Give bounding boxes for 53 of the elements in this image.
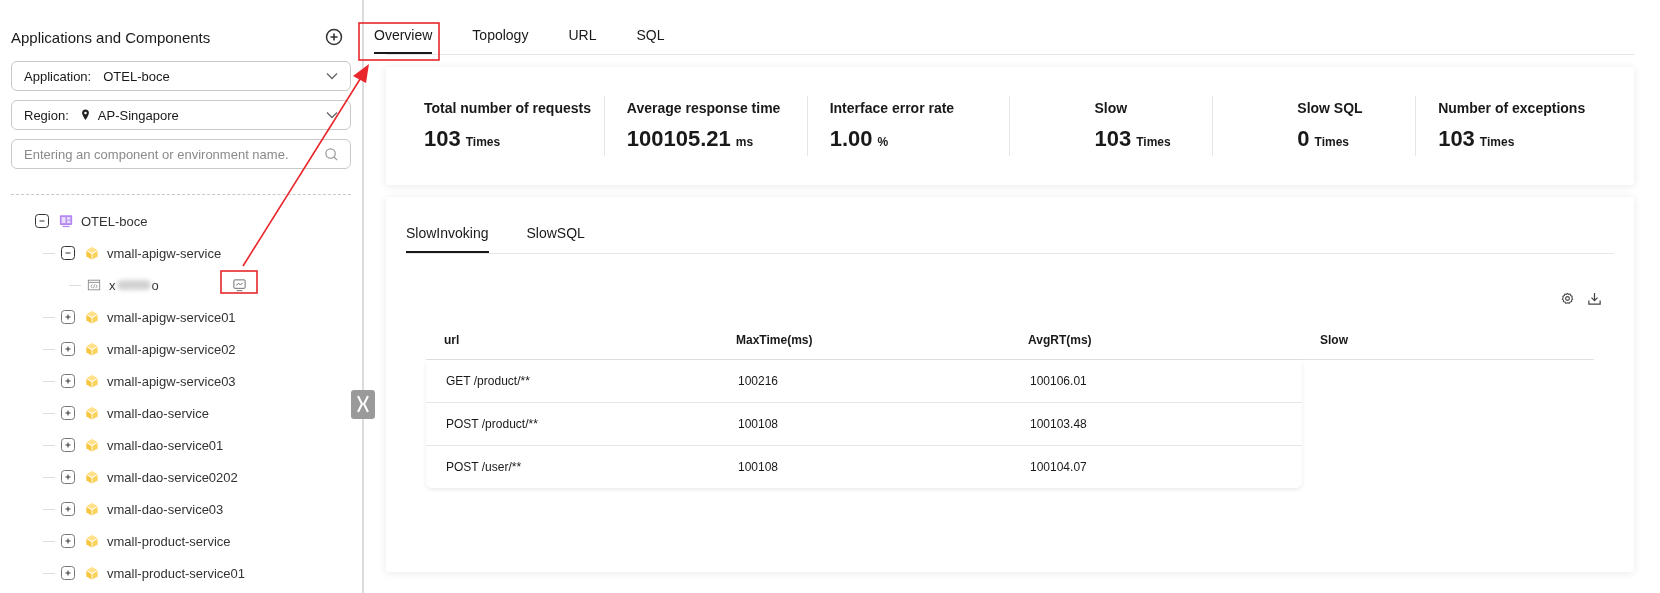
tree-item[interactable]: vmall-apigw-service xyxy=(107,245,222,261)
region-select[interactable]: Region: AP-Singapore xyxy=(11,100,351,130)
tree-item[interactable]: vmall-product-service xyxy=(107,533,231,549)
metric-unit: Times xyxy=(465,135,501,149)
tab[interactable]: URL xyxy=(568,27,597,54)
metric-unit: ms xyxy=(735,135,754,149)
table-cell-text: 100103.48 xyxy=(1029,417,1088,431)
metric-value: 103 xyxy=(1094,126,1132,152)
column-header: AvgRT(ms) xyxy=(1027,332,1093,347)
metric-unit: Times xyxy=(1314,135,1350,149)
metric-label: Number of exceptions xyxy=(1438,100,1587,116)
tab[interactable]: Overview xyxy=(374,27,433,54)
column-header: Slow xyxy=(1319,332,1349,347)
metric-label: Interface error rate xyxy=(829,100,956,116)
tree-item[interactable]: vmall-apigw-service02 xyxy=(107,341,236,357)
table-cell-text: POST /product/** xyxy=(445,417,539,431)
tree-item[interactable]: vmall-dao-service01 xyxy=(107,437,224,453)
table-cell-text: 100108 xyxy=(737,460,780,474)
metric-value: 1.00 xyxy=(829,126,873,152)
metric-value: 103 xyxy=(1438,126,1475,152)
table-cell-text: 100216 xyxy=(737,374,780,388)
tree-item[interactable]: vmall-apigw-service01 xyxy=(107,309,236,325)
tab[interactable]: SQL xyxy=(636,27,665,54)
environment-name[interactable]: x o xyxy=(109,277,159,293)
table-cell-text: POST /user/** xyxy=(445,460,523,474)
metric-unit: Times xyxy=(1136,135,1171,149)
table-cell-text: 100106.01 xyxy=(1029,374,1088,388)
search-field[interactable]: Entering an component or environment name. xyxy=(11,139,351,169)
metric-label: Average response time xyxy=(626,100,782,116)
tree-item[interactable]: OTEL-boce xyxy=(81,213,148,229)
tree-item[interactable]: vmall-product-service01 xyxy=(107,565,245,581)
metric-label: Total number of requests xyxy=(424,100,592,116)
column-header: url xyxy=(443,332,461,347)
table-cell-text: 100108 xyxy=(737,417,780,431)
tree-item[interactable]: vmall-dao-service0202 xyxy=(107,469,238,485)
table-cell-text: 100104.07 xyxy=(1029,460,1088,474)
metric-unit: Times xyxy=(1479,135,1515,149)
metric-label: Slow xyxy=(1094,100,1129,116)
tab[interactable]: Topology xyxy=(472,27,529,54)
metric-unit: % xyxy=(877,135,889,149)
metric-value: 100105.21 xyxy=(626,126,731,152)
application-select[interactable]: Application: OTEL-boce xyxy=(11,61,351,91)
tree-item[interactable]: vmall-dao-service03 xyxy=(107,501,224,517)
metric-value: 103 xyxy=(424,126,461,152)
table-cell-text: GET /product/** xyxy=(445,374,531,388)
tree-item[interactable]: vmall-apigw-service03 xyxy=(107,373,236,389)
metric-value: 0 xyxy=(1297,126,1310,152)
metric-label: Slow SQL xyxy=(1297,100,1364,116)
sidebar-title: Applications and Components xyxy=(11,28,211,46)
sub-tab[interactable]: SlowSQL xyxy=(526,225,585,253)
tree-item[interactable]: vmall-dao-service xyxy=(107,405,209,421)
column-header: MaxTime(ms) xyxy=(735,332,814,347)
sub-tab[interactable]: SlowInvoking xyxy=(406,225,489,253)
